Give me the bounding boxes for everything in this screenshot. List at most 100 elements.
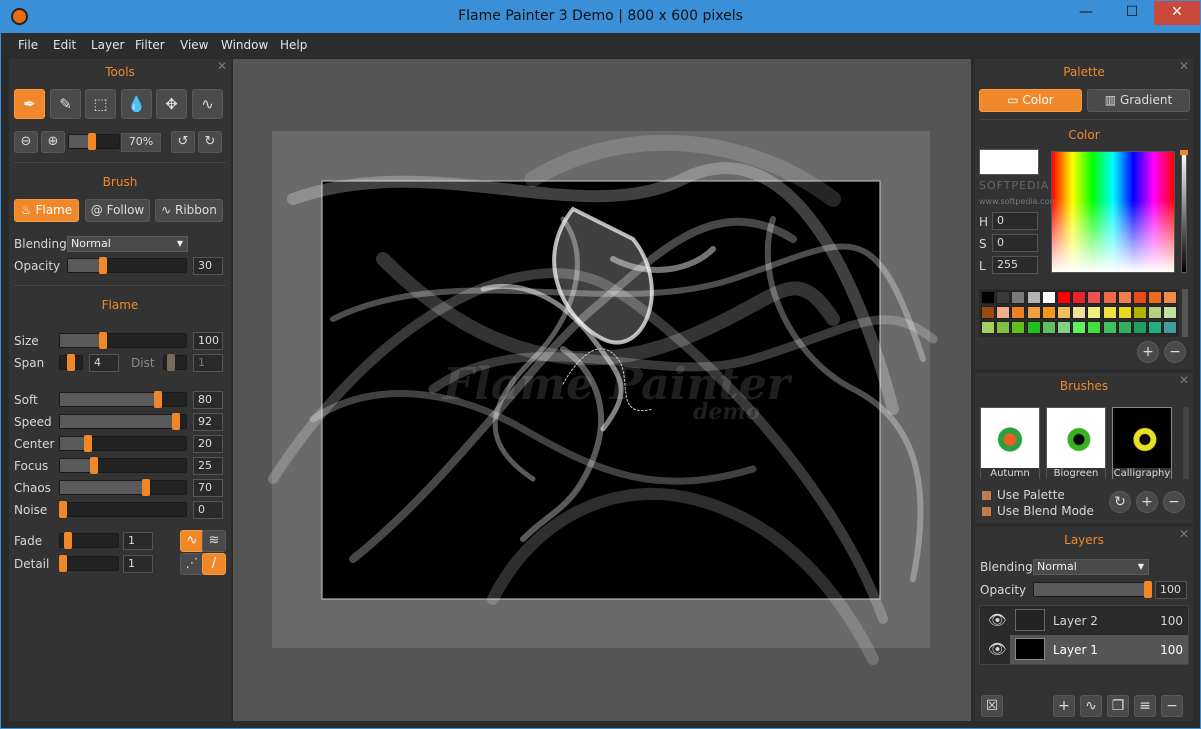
refresh-brush-icon[interactable]: ↻ xyxy=(1109,491,1131,513)
noise-value[interactable]: 0 xyxy=(193,501,223,519)
gradient-tab[interactable]: ▥ Gradient xyxy=(1087,89,1190,112)
wave-tool-button[interactable]: ∿ xyxy=(192,89,223,119)
brush-opacity-slider[interactable] xyxy=(67,257,187,274)
layer-opacity-slider[interactable] xyxy=(1033,581,1152,598)
speed-value[interactable]: 92 xyxy=(193,413,223,431)
soft-slider[interactable] xyxy=(59,391,187,408)
detail-value[interactable]: 1 xyxy=(123,555,153,573)
color-swatch[interactable] xyxy=(1087,321,1102,334)
color-swatch[interactable] xyxy=(1117,291,1132,304)
use-blend-mode-checkbox[interactable] xyxy=(981,506,992,517)
color-swatch[interactable] xyxy=(996,306,1011,319)
color-swatch[interactable] xyxy=(996,321,1011,334)
center-value[interactable]: 20 xyxy=(193,435,223,453)
slider-thumb[interactable] xyxy=(98,332,107,349)
saturation-input[interactable]: 0 xyxy=(992,234,1038,252)
ribbon-brush-button[interactable]: ∿ Ribbon xyxy=(155,199,223,222)
color-swatch[interactable] xyxy=(1011,291,1026,304)
remove-brush-icon[interactable]: − xyxy=(1163,491,1185,513)
size-slider[interactable] xyxy=(59,332,187,349)
color-swatch[interactable] xyxy=(1041,306,1056,319)
menu-filter[interactable]: Filter xyxy=(135,38,165,52)
color-swatch[interactable] xyxy=(1133,291,1147,304)
fade-slider[interactable] xyxy=(59,532,119,549)
color-swatch[interactable] xyxy=(1102,291,1117,304)
drop-tool-button[interactable]: 💧 xyxy=(121,89,152,119)
color-swatch[interactable] xyxy=(1026,291,1041,304)
fade-wave-icon[interactable]: ∿ xyxy=(180,530,204,552)
color-swatch[interactable] xyxy=(1026,306,1041,319)
zoom-slider-thumb[interactable] xyxy=(87,133,96,150)
pencil-tool-button[interactable]: ✎ xyxy=(50,89,81,119)
layer-row-layer-2[interactable]: 👁 Layer 2 100 xyxy=(980,606,1188,635)
layer-row-layer-1[interactable]: 👁 Layer 1 100 xyxy=(980,635,1188,664)
color-swatch[interactable] xyxy=(1041,321,1056,334)
focus-slider[interactable] xyxy=(59,457,187,474)
menu-window[interactable]: Window xyxy=(221,38,268,52)
add-brush-icon[interactable]: + xyxy=(1136,491,1158,513)
color-swatch[interactable] xyxy=(1133,306,1147,319)
layers-close-icon[interactable]: ✕ xyxy=(1179,527,1189,541)
color-swatch[interactable] xyxy=(1041,291,1056,304)
minimize-button[interactable]: — xyxy=(1064,1,1108,25)
center-slider[interactable] xyxy=(59,435,187,452)
delete-layer-icon[interactable]: ☒ xyxy=(981,695,1003,717)
color-swatch[interactable] xyxy=(1057,306,1071,319)
solid-line-icon[interactable]: / xyxy=(202,553,226,575)
color-swatch[interactable] xyxy=(1163,306,1178,319)
chaos-value[interactable]: 70 xyxy=(193,479,223,497)
slider-thumb[interactable] xyxy=(58,501,67,518)
focus-value[interactable]: 25 xyxy=(193,457,223,475)
menu-help[interactable]: Help xyxy=(280,38,307,52)
speed-slider[interactable] xyxy=(59,413,187,430)
color-tab[interactable]: ▭ Color xyxy=(979,89,1082,112)
span-value[interactable]: 4 xyxy=(89,354,119,372)
swatch-scrollbar[interactable] xyxy=(1182,289,1188,337)
color-swatch[interactable] xyxy=(1148,291,1163,304)
color-swatch[interactable] xyxy=(1148,321,1163,334)
lightness-input[interactable]: 255 xyxy=(992,256,1038,274)
brush-blending-select[interactable]: Normal ▼ xyxy=(67,236,188,252)
dotted-line-icon[interactable]: ⋰ xyxy=(180,553,204,575)
menu-file[interactable]: File xyxy=(18,38,38,52)
color-swatch[interactable] xyxy=(1011,306,1026,319)
layer-opacity-value[interactable]: 100 xyxy=(1155,581,1187,599)
add-swatch-icon[interactable]: + xyxy=(1137,341,1159,363)
flame-tool-button[interactable]: ✒ xyxy=(14,89,45,119)
menu-layer[interactable]: Layer xyxy=(91,38,124,52)
soft-value[interactable]: 80 xyxy=(193,391,223,409)
color-swatch[interactable] xyxy=(1057,321,1071,334)
eye-icon[interactable]: 👁 xyxy=(988,611,1007,629)
detail-slider[interactable] xyxy=(59,555,119,572)
color-swatch[interactable] xyxy=(981,306,995,319)
slider-thumb[interactable] xyxy=(99,257,108,274)
slider-thumb[interactable] xyxy=(59,555,68,572)
slider-thumb[interactable] xyxy=(166,354,175,371)
zoom-level[interactable]: 70% xyxy=(121,133,161,152)
span-slider[interactable] xyxy=(59,354,83,371)
fade-alt-icon[interactable]: ≋ xyxy=(202,530,226,552)
new-layer-icon[interactable]: + xyxy=(1053,695,1075,717)
color-swatch[interactable] xyxy=(1133,321,1147,334)
slider-thumb[interactable] xyxy=(141,479,150,496)
slider-thumb[interactable] xyxy=(1144,581,1152,598)
color-swatch[interactable] xyxy=(1087,291,1102,304)
color-swatch[interactable] xyxy=(1072,291,1087,304)
layer-blending-select[interactable]: Normal ▼ xyxy=(1033,559,1149,575)
color-spectrum-picker[interactable] xyxy=(1051,151,1175,273)
lightness-thumb[interactable] xyxy=(1180,150,1188,155)
remove-layer-icon[interactable]: − xyxy=(1161,695,1183,717)
close-button[interactable]: ✕ xyxy=(1154,1,1200,25)
slider-thumb[interactable] xyxy=(83,435,92,452)
color-swatch[interactable] xyxy=(981,291,995,304)
hue-input[interactable]: 0 xyxy=(992,212,1038,230)
brush-preset-calligraphy[interactable]: Calligraphy xyxy=(1112,407,1172,480)
color-swatch[interactable] xyxy=(1163,321,1178,334)
slider-thumb[interactable] xyxy=(90,457,99,474)
maximize-button[interactable]: ☐ xyxy=(1110,1,1154,25)
palette-close-icon[interactable]: ✕ xyxy=(1179,59,1189,73)
lightness-slider[interactable] xyxy=(1180,150,1188,273)
zoom-in-icon[interactable]: ⊕ xyxy=(41,131,65,153)
brush-preset-autumn[interactable]: Autumn xyxy=(980,407,1040,480)
brushes-scrollbar[interactable] xyxy=(1183,407,1189,479)
